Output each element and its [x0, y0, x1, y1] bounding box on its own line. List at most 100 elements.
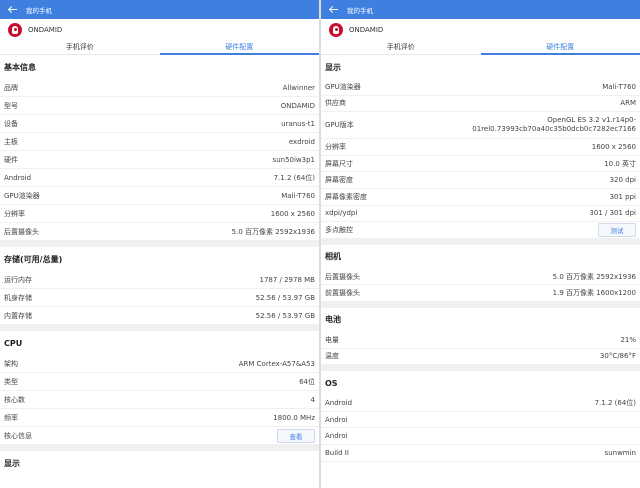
- info-row: 品牌 Allwinner: [0, 79, 319, 97]
- info-row: Androi: [321, 428, 640, 445]
- info-label: Androi: [325, 415, 348, 424]
- info-row: 分辨率 1600 x 2560: [321, 139, 640, 156]
- section-title: 显示: [4, 458, 20, 468]
- app-bar: 我的手机: [321, 0, 640, 19]
- tab-hardware-config[interactable]: 硬件配置: [159, 41, 320, 55]
- info-value: Allwinner: [282, 83, 315, 92]
- app-bar-title: 我的手机: [347, 6, 373, 15]
- section-title: OS: [325, 378, 338, 388]
- info-label: 分辨率: [325, 142, 346, 151]
- section-title: 基本信息: [4, 62, 36, 72]
- device-header: ONDAMID: [0, 19, 319, 41]
- info-label: 核心信息: [4, 431, 32, 440]
- info-row: Android 7.1.2 (64位): [0, 169, 319, 187]
- info-row: 运行内存 1787 / 2978 MB: [0, 271, 319, 289]
- section-title: 电池: [325, 315, 341, 325]
- info-value: 10.0 英寸: [604, 159, 636, 168]
- info-value: 7.1.2 (64位): [594, 398, 636, 407]
- hardware-info-list: 基本信息品牌 Allwinner 型号 ONDAMID 设备 uranus-t1 主板 exd…: [0, 55, 319, 475]
- info-row: Android 7.1.2 (64位): [321, 395, 640, 412]
- tab-phone-rating[interactable]: 手机评价: [321, 41, 481, 54]
- info-value: 301 / 301 dpi: [589, 209, 636, 218]
- info-value: OpenGL ES 3.2 v1.r14p0-01rel0.73993cb70a…: [472, 116, 636, 134]
- info-row: 硬件 sun50iw3p1: [0, 151, 319, 169]
- info-row: GPU版本 OpenGL ES 3.2 v1.r14p0-01rel0.73993…: [321, 112, 640, 140]
- app-bar: 我的手机: [0, 0, 319, 19]
- info-label: 类型: [4, 377, 18, 386]
- info-value: 21%: [620, 335, 636, 344]
- hardware-info-list: 显示 GPU渲染器 Mali-T760 供应商 ARM GPU版本 OpenGL ES 3.…: [321, 55, 640, 462]
- info-row: xdpi/ydpi 301 / 301 dpi: [321, 206, 640, 223]
- info-row: 屏幕密度 320 dpi: [321, 172, 640, 189]
- info-label: 后置摄像头: [4, 227, 39, 236]
- info-label: 架构: [4, 359, 18, 368]
- info-row: 后置摄像头 5.0 百万像素 2592x1936: [321, 269, 640, 286]
- info-label: 温度: [325, 352, 339, 361]
- info-row: Build II sunwmin: [321, 445, 640, 462]
- tab-phone-rating[interactable]: 手机评价: [0, 41, 160, 54]
- info-label: 后置摄像头: [325, 272, 360, 281]
- info-label: 硬件: [4, 155, 18, 164]
- section-title: 存储(可用/总量): [4, 254, 63, 264]
- info-value: 4: [310, 395, 315, 404]
- info-row: 型号 ONDAMID: [0, 97, 319, 115]
- info-value: ARM Cortex-A57&A53: [238, 359, 315, 368]
- tab-bar: 手机评价 硬件配置: [0, 41, 319, 55]
- info-row: 温度 30°C/86°F: [321, 349, 640, 366]
- info-label: 屏幕尺寸: [325, 159, 353, 168]
- device-header: ONDAMID: [321, 19, 640, 41]
- info-row: Androi: [321, 412, 640, 429]
- info-label: 型号: [4, 101, 18, 110]
- info-value: 30°C/86°F: [599, 352, 636, 361]
- info-value: uranus-t1: [281, 119, 315, 128]
- info-label: 多点触控: [325, 225, 353, 234]
- info-row: 主板 exdroid: [0, 133, 319, 151]
- section-title: CPU: [4, 338, 23, 348]
- info-label: xdpi/ydpi: [325, 209, 358, 218]
- info-row: 分辨率 1600 x 2560: [0, 205, 319, 223]
- back-arrow-icon[interactable]: [8, 5, 18, 15]
- antutu-logo-icon: [329, 23, 343, 37]
- info-row: 类型 64位: [0, 373, 319, 391]
- info-row: 内置存储 52.56 / 53.97 GB: [0, 307, 319, 325]
- info-row: 频率 1800.0 MHz: [0, 409, 319, 427]
- info-label: 屏幕密度: [325, 176, 353, 185]
- tab-hardware-config[interactable]: 硬件配置: [480, 41, 640, 55]
- info-label: 电量: [325, 335, 339, 344]
- info-row: 机身存储 52.56 / 53.97 GB: [0, 289, 319, 307]
- info-value: 1600 x 2560: [591, 142, 636, 151]
- info-label: 设备: [4, 119, 18, 128]
- info-value: 320 dpi: [609, 176, 636, 185]
- antutu-logo-icon: [8, 23, 22, 37]
- info-label: 核心数: [4, 395, 25, 404]
- info-value: ARM: [620, 99, 636, 108]
- info-value: Mali-T760: [281, 191, 315, 200]
- info-label: Androi: [325, 432, 348, 441]
- back-arrow-icon[interactable]: [329, 5, 339, 15]
- info-row: 屏幕尺寸 10.0 英寸: [321, 156, 640, 173]
- info-value: 64位: [299, 377, 315, 386]
- info-value: sun50iw3p1: [272, 155, 315, 164]
- info-row: 前置摄像头 1.9 百万像素 1600x1200: [321, 285, 640, 302]
- info-value: 1800.0 MHz: [273, 413, 315, 422]
- info-value: Mali-T760: [602, 82, 636, 91]
- action-button[interactable]: 查看: [277, 428, 315, 443]
- info-row: 屏幕像素密度 301 ppi: [321, 189, 640, 206]
- action-button[interactable]: 测试: [598, 222, 636, 237]
- app-bar-title: 我的手机: [26, 6, 52, 15]
- info-label: 运行内存: [4, 275, 32, 284]
- info-value: 1787 / 2978 MB: [259, 275, 315, 284]
- info-value: 1.9 百万像素 1600x1200: [552, 289, 636, 298]
- info-label: 前置摄像头: [325, 289, 360, 298]
- info-row: 电量 21%: [321, 332, 640, 349]
- info-row: 核心数 4: [0, 391, 319, 409]
- info-label: 品牌: [4, 83, 18, 92]
- info-label: 分辨率: [4, 209, 25, 218]
- info-value: 7.1.2 (64位): [273, 173, 315, 182]
- info-row: 多点触控 测试: [321, 222, 640, 239]
- device-name: ONDAMID: [28, 26, 63, 34]
- right-screen: 我的手机 ONDAMID 手机评价 硬件配置 显示 GPU渲染器 Mali-T760…: [321, 0, 640, 488]
- info-label: 内置存储: [4, 311, 32, 320]
- info-value: 52.56 / 53.97 GB: [255, 311, 315, 320]
- info-row: 设备 uranus-t1: [0, 115, 319, 133]
